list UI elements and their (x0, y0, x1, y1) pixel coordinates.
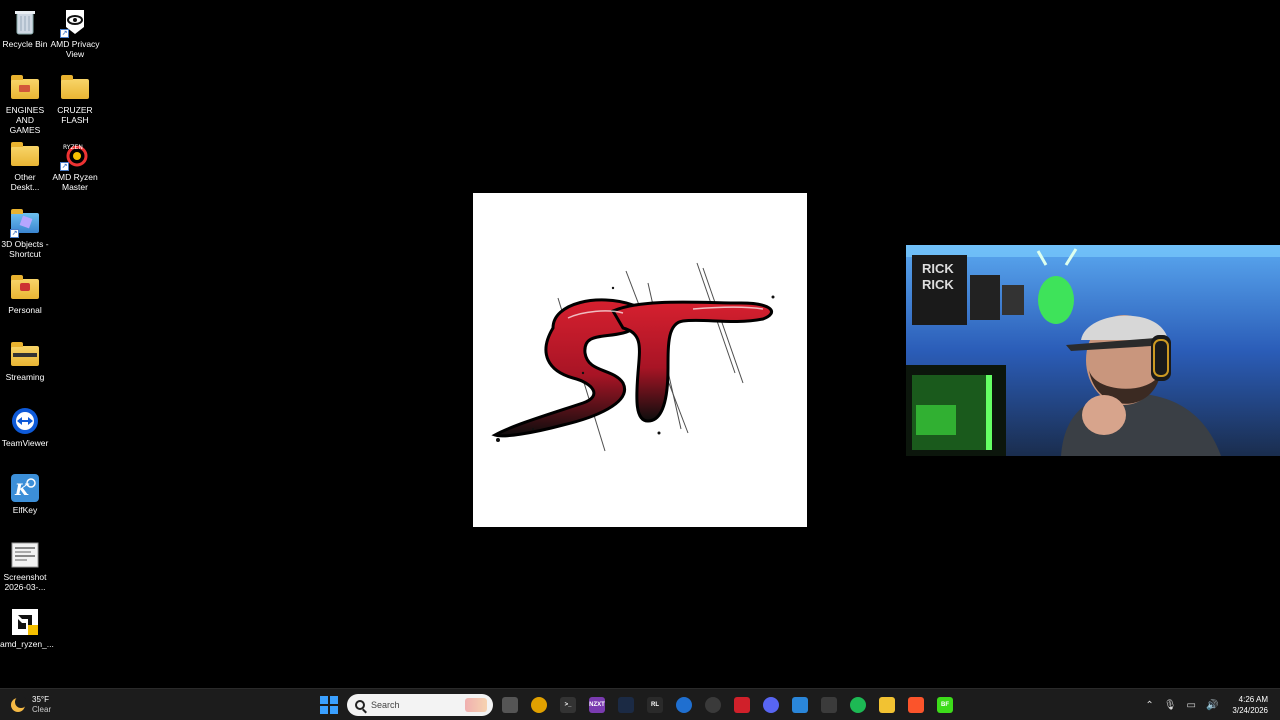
folder-icon (10, 273, 40, 303)
weather-widget[interactable]: 35°F Clear (10, 694, 51, 716)
shortcut-arrow-icon: ↗ (10, 229, 19, 238)
microphone-icon[interactable]: 🎙 (1164, 700, 1177, 711)
taskbar-app-spotify[interactable] (850, 697, 866, 713)
volume-icon[interactable]: 🔊 (1206, 700, 1218, 711)
webcam-scene (906, 245, 1280, 456)
recycle-bin-icon (10, 7, 40, 37)
taskbar-app-app-multi[interactable] (821, 697, 837, 713)
taskbar-app-amd[interactable] (734, 697, 750, 713)
desktop-icon-label: Other Deskt... (10, 172, 40, 192)
taskbar-app-nzxt[interactable]: NZXT (589, 697, 605, 713)
taskbar-app-chrome[interactable] (531, 697, 547, 713)
desktop-icon-label: Personal (8, 305, 42, 315)
desktop-icon-recycle-bin[interactable]: Recycle Bin (0, 4, 50, 68)
taskbar-app-steam[interactable] (618, 697, 634, 713)
webcam-overlay: RICK RICK (906, 245, 1280, 456)
ryzen-icon: RYZEN ↗ (60, 140, 90, 171)
shortcut-arrow-icon: ↗ (60, 29, 69, 38)
search-icon (355, 700, 365, 710)
taskbar-app-app-blue[interactable] (676, 697, 692, 713)
elfkey-icon: K (10, 473, 40, 503)
display-icon[interactable]: ▭ (1187, 700, 1196, 711)
folder-icon (10, 340, 40, 370)
taskbar-app-bf[interactable]: BF (937, 697, 953, 713)
taskbar-app-rl[interactable]: RL (647, 697, 663, 713)
desktop-icon-area: Recycle Bin ↗ AMD Privacy View ENGINES A… (0, 0, 110, 688)
desktop-icon-amd-ryzen-master[interactable]: RYZEN ↗ AMD Ryzen Master (50, 137, 100, 201)
weather-temperature: 35°F (32, 695, 49, 704)
taskbar-app-glyph: >_ (564, 702, 572, 708)
taskbar-app-glyph: RL (651, 702, 659, 708)
desktop-icon-label: 3D Objects - Shortcut (1, 239, 49, 259)
taskbar-app-brave[interactable] (908, 697, 924, 713)
start-button[interactable] (320, 696, 338, 714)
taskbar-app-glyph: NZXT (589, 702, 605, 708)
desktop-icon-other-desktop[interactable]: Other Deskt... (0, 137, 50, 201)
desktop-icon-label: ElfKey (12, 505, 38, 515)
svg-text:RYZEN: RYZEN (63, 144, 83, 151)
taskbar-app-file-explorer[interactable] (879, 697, 895, 713)
webcam-poster-text: RICK RICK (922, 261, 954, 293)
amd-installer-icon (10, 607, 40, 637)
desktop-icon-engines-and-games[interactable]: ENGINES AND GAMES (0, 70, 50, 135)
desktop-icon-cruzer-flash[interactable]: CRUZER FLASH (50, 70, 100, 134)
taskbar-center: Search >_ NZXT RL BF (320, 693, 953, 717)
search-box[interactable]: Search (347, 694, 493, 716)
desktop-icon-label: AMD Privacy View (50, 39, 100, 59)
taskbar-app-photos[interactable] (792, 697, 808, 713)
system-tray: ⌃ 🎙 ▭ 🔊 4:26 AM 3/24/2026 (1145, 689, 1280, 720)
folder-icon (10, 140, 40, 170)
folder-icon (10, 73, 40, 103)
desktop-icon-screenshot[interactable]: Screenshot 2026-03-... (0, 537, 50, 601)
taskbar-app-app-gray[interactable] (705, 697, 721, 713)
3d-objects-icon: ↗ (10, 207, 40, 238)
desktop-icon-label: AMD Ryzen Master (52, 172, 98, 192)
desktop-icon-3d-objects-shortcut[interactable]: ↗ 3D Objects - Shortcut (0, 204, 50, 268)
taskbar: 35°F Clear Search >_ NZXT RL BF ⌃ 🎙 ▭ 🔊 4:2… (0, 688, 1280, 720)
clock-time: 4:26 AM (1238, 695, 1268, 704)
taskbar-app-task-view[interactable] (502, 697, 518, 713)
desktop-icon-label: Recycle Bin (2, 39, 48, 49)
desktop-icon-personal[interactable]: Personal (0, 270, 50, 334)
clock-date: 3/24/2026 (1232, 706, 1268, 715)
desktop-icon-label: Screenshot 2026-03-... (3, 572, 47, 592)
taskbar-app-glyph: BF (941, 702, 949, 708)
poster-text-line: RICK (922, 277, 954, 292)
search-highlight-icon (465, 698, 487, 712)
chevron-up-icon[interactable]: ⌃ (1145, 700, 1153, 711)
taskbar-app-list: >_ NZXT RL BF (502, 697, 953, 713)
eye-icon: ↗ (60, 7, 90, 38)
desktop-icon-label: amd_ryzen_... (0, 639, 54, 649)
shortcut-arrow-icon: ↗ (60, 162, 69, 171)
weather-condition: Clear (32, 705, 52, 714)
desktop-icon-teamviewer[interactable]: TeamViewer (0, 403, 50, 467)
clock[interactable]: 4:26 AM 3/24/2026 (1232, 694, 1268, 716)
desktop-icon-label: ENGINES AND GAMES (5, 105, 45, 135)
desktop-icon-label: TeamViewer (1, 438, 49, 448)
folder-icon (60, 73, 90, 103)
poster-text-line: RICK (922, 261, 954, 276)
search-placeholder: Search (371, 700, 400, 710)
st-logo-graphic (491, 262, 775, 452)
moon-icon (10, 696, 27, 713)
desktop-icon-label: Streaming (5, 372, 45, 382)
logo-image-window[interactable] (473, 193, 807, 527)
document-icon (10, 540, 40, 570)
desktop-icon-amd-ryzen-installer[interactable]: amd_ryzen_... (0, 604, 54, 668)
taskbar-app-discord[interactable] (763, 697, 779, 713)
desktop-icon-label: CRUZER FLASH (57, 105, 93, 125)
desktop-icon-elfkey[interactable]: K ElfKey (0, 470, 50, 534)
desktop-icon-amd-privacy-view[interactable]: ↗ AMD Privacy View (50, 4, 100, 68)
desktop-icon-streaming[interactable]: Streaming (0, 337, 50, 401)
teamviewer-icon (10, 406, 40, 436)
taskbar-app-terminal[interactable]: >_ (560, 697, 576, 713)
